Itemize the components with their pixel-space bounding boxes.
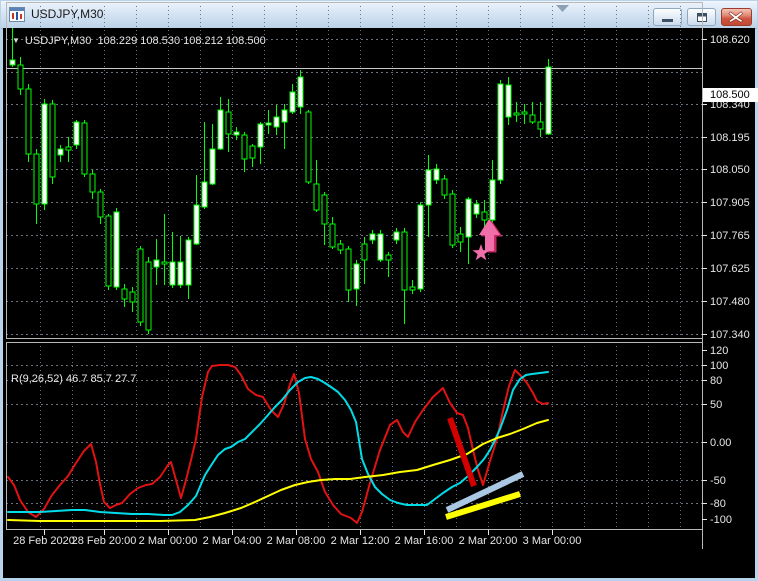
oscillator-axis[interactable]: 120 100 80 50 0.00 -50 -80 -100 [702, 345, 732, 526]
time-axis-label: 3 Mar 00:00 [523, 535, 582, 547]
time-axis-label: 2 Mar 20:00 [459, 535, 518, 547]
candles [9, 28, 552, 334]
time-axis-label: 2 Mar 12:00 [331, 535, 390, 547]
time-axis-label: 2 Mar 00:00 [139, 535, 198, 547]
cyan-line [7, 371, 549, 516]
time-axis-label: 2 Mar 04:00 [203, 535, 262, 547]
price-axis-label: 107.625 [710, 263, 750, 275]
chart-window: USDJPY,M30 108.620 108.340 108.195 108.050 1… [0, 0, 758, 581]
time-axis-label: 28 Feb 20:00 [72, 535, 137, 547]
chevron-down-icon[interactable]: ▼ [12, 36, 20, 45]
oscillator-axis-label: 120 [710, 345, 728, 357]
price-axis-label: 108.050 [710, 164, 750, 176]
symbol-timeframe-label: USDJPY,M30 [24, 35, 92, 47]
buy-arrow-icon[interactable] [472, 219, 503, 261]
time-axis-label: 2 Mar 08:00 [267, 535, 326, 547]
oscillator-axis-label: 0.00 [710, 437, 731, 449]
price-axis[interactable]: 108.620108.340108.195108.050107.905107.7… [702, 34, 750, 341]
ohlc-values-label: 108.229 108.530 108.212 108.500 [97, 35, 266, 47]
oscillator-axis-label: -50 [710, 475, 726, 487]
price-axis-label: 107.480 [710, 296, 750, 308]
oscillator-axis-label: -80 [710, 498, 726, 510]
oscillator-axis-label: -100 [710, 514, 732, 526]
oscillator-axis-label: 80 [710, 375, 722, 387]
oscillator-axis-label: 50 [710, 399, 722, 411]
chart-header: ▼ USDJPY,M30 108.229 108.530 108.212 108.… [12, 35, 266, 47]
time-axis[interactable]: 28 Feb 202028 Feb 20:00 2 Mar 00:00 2 Mar … [13, 530, 581, 547]
oscillator-axis-label: 100 [710, 360, 728, 372]
price-axis-label: 107.765 [710, 230, 750, 242]
price-axis-label: 107.905 [710, 197, 750, 209]
time-axis-label: 28 Feb 2020 [13, 535, 75, 547]
scroll-anchor-icon[interactable] [556, 5, 569, 12]
chart-canvas[interactable]: 108.620108.340108.195108.050107.905107.7… [0, 0, 758, 553]
price-axis-label: 107.340 [710, 329, 750, 341]
bid-price-badge: 108.500 [703, 88, 758, 102]
price-axis-label: 108.195 [710, 132, 750, 144]
price-axis-label: 108.620 [710, 34, 750, 46]
indicator-label: R(9,26,52) 46.7 85.7 27.7 [11, 373, 137, 385]
time-axis-label: 2 Mar 16:00 [395, 535, 454, 547]
